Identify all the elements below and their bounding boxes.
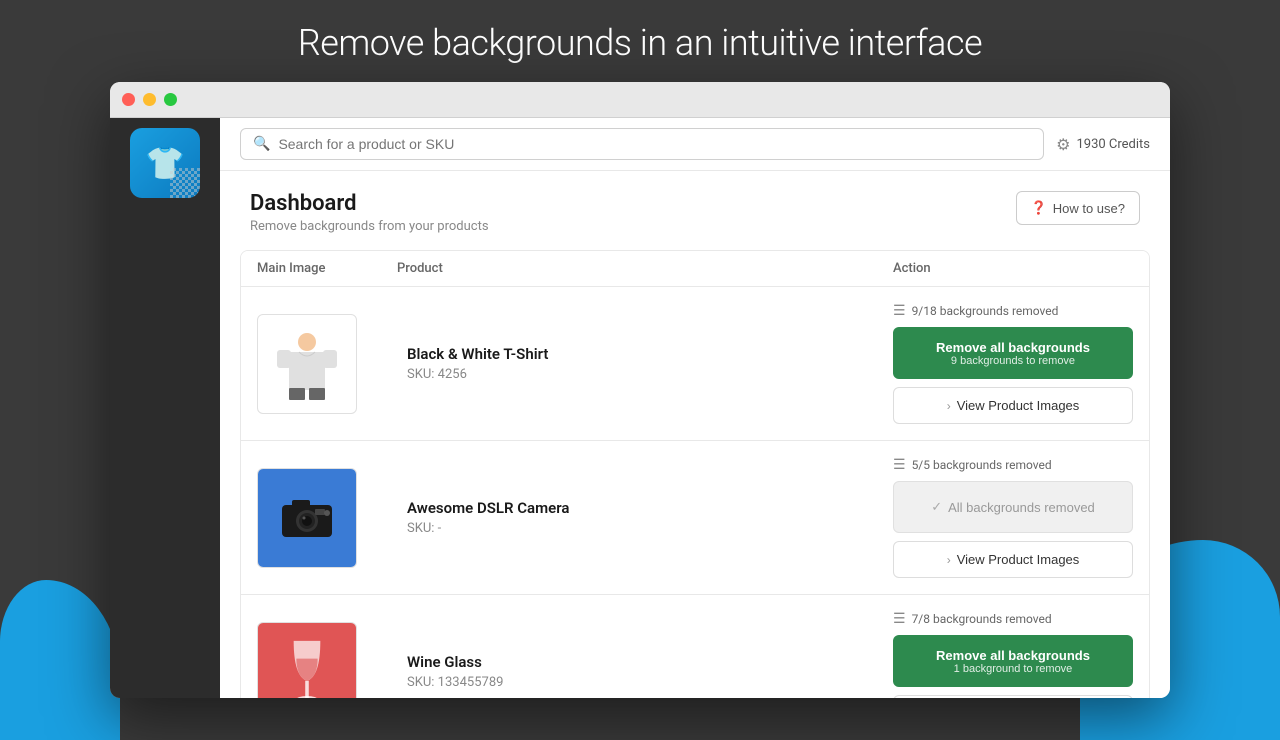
view-images-button[interactable]: › View Product Images — [893, 695, 1133, 698]
camera-svg — [277, 493, 337, 543]
mac-window: 👕 🔍 ⚙ 1930 Credits — [110, 82, 1170, 698]
remove-bg-button[interactable]: Remove all backgrounds 9 backgrounds to … — [893, 327, 1133, 379]
dashboard-header: Dashboard Remove backgrounds from your p… — [220, 171, 1170, 250]
how-to-label: How to use? — [1053, 201, 1125, 216]
table-row: Wine Glass SKU: 133455789 ☰ 7/8 backgrou… — [241, 595, 1149, 698]
mac-titlebar — [110, 82, 1170, 118]
table-row: Awesome DSLR Camera SKU: - ☰ 5/5 backgro… — [241, 441, 1149, 595]
remove-bg-main-text: Remove all backgrounds — [936, 648, 1090, 663]
page-wrapper: Remove backgrounds in an intuitive inter… — [0, 22, 1280, 698]
remove-bg-button[interactable]: Remove all backgrounds 1 background to r… — [893, 635, 1133, 687]
action-column-camera: ☰ 5/5 backgrounds removed ✓ All backgrou… — [893, 457, 1133, 578]
product-image-wineglass — [257, 622, 357, 699]
product-info-wineglass: Wine Glass SKU: 133455789 — [397, 653, 893, 690]
check-icon: ✓ — [931, 499, 942, 515]
list-icon: ☰ — [893, 303, 906, 319]
list-icon: ☰ — [893, 611, 906, 627]
bg-count-label: 7/8 backgrounds removed — [912, 612, 1052, 626]
product-info-tshirt: Black & White T-Shirt SKU: 4256 — [397, 345, 893, 382]
table-row: Black & White T-Shirt SKU: 4256 ☰ 9/18 b… — [241, 287, 1149, 441]
camera-bg — [258, 468, 356, 568]
all-removed-label: All backgrounds removed — [948, 500, 1095, 515]
view-images-button[interactable]: › View Product Images — [893, 541, 1133, 578]
app-container: 👕 🔍 ⚙ 1930 Credits — [110, 118, 1170, 698]
search-input[interactable] — [278, 136, 1031, 152]
page-title: Remove backgrounds in an intuitive inter… — [298, 22, 982, 64]
checkerboard-overlay — [170, 168, 200, 198]
product-image-tshirt — [257, 314, 357, 414]
bg-count-label: 5/5 backgrounds removed — [912, 458, 1052, 472]
chevron-right-icon: › — [947, 553, 951, 567]
product-sku: SKU: 133455789 — [407, 675, 893, 690]
dashboard-subtitle: Remove backgrounds from your products — [250, 219, 489, 234]
maximize-button[interactable] — [164, 93, 177, 106]
col-action: Action — [893, 261, 1133, 276]
credits-label: 1930 Credits — [1076, 137, 1150, 152]
help-icon: ❓ — [1031, 200, 1047, 216]
table-header: Main Image Product Action — [241, 251, 1149, 287]
how-to-button[interactable]: ❓ How to use? — [1016, 191, 1140, 225]
col-product: Product — [397, 261, 893, 276]
product-image-camera — [257, 468, 357, 568]
product-sku: SKU: 4256 — [407, 367, 893, 382]
col-main-image: Main Image — [257, 261, 397, 276]
bg-count: ☰ 7/8 backgrounds removed — [893, 611, 1133, 627]
all-removed-button: ✓ All backgrounds removed — [893, 481, 1133, 533]
close-button[interactable] — [122, 93, 135, 106]
bg-count: ☰ 9/18 backgrounds removed — [893, 303, 1133, 319]
product-name: Black & White T-Shirt — [407, 345, 893, 363]
action-column-tshirt: ☰ 9/18 backgrounds removed Remove all ba… — [893, 303, 1133, 424]
list-icon: ☰ — [893, 457, 906, 473]
search-icon: 🔍 — [253, 136, 270, 152]
wineglass-bg — [258, 622, 356, 699]
minimize-button[interactable] — [143, 93, 156, 106]
view-images-label: View Product Images — [957, 552, 1080, 567]
product-name: Awesome DSLR Camera — [407, 499, 893, 517]
main-content: 🔍 ⚙ 1930 Credits Dashboard Remove backgr… — [220, 118, 1170, 698]
product-sku: SKU: - — [407, 521, 893, 536]
dashboard-title: Dashboard — [250, 191, 489, 216]
credits-badge: ⚙ 1930 Credits — [1056, 135, 1150, 154]
search-box[interactable]: 🔍 — [240, 128, 1044, 160]
action-column-wineglass: ☰ 7/8 backgrounds removed Remove all bac… — [893, 611, 1133, 698]
chevron-right-icon: › — [947, 399, 951, 413]
dashboard-title-block: Dashboard Remove backgrounds from your p… — [250, 191, 489, 234]
view-images-label: View Product Images — [957, 398, 1080, 413]
credits-icon: ⚙ — [1056, 135, 1070, 154]
view-images-button[interactable]: › View Product Images — [893, 387, 1133, 424]
bg-count: ☰ 5/5 backgrounds removed — [893, 457, 1133, 473]
remove-bg-sub-text: 9 backgrounds to remove — [951, 355, 1075, 367]
remove-bg-sub-text: 1 background to remove — [954, 663, 1073, 675]
product-info-camera: Awesome DSLR Camera SKU: - — [397, 499, 893, 536]
sidebar: 👕 — [110, 118, 220, 698]
wineglass-svg — [282, 632, 332, 699]
top-bar: 🔍 ⚙ 1930 Credits — [220, 118, 1170, 171]
product-table: Main Image Product Action — [240, 250, 1150, 698]
app-logo: 👕 — [130, 128, 200, 198]
tshirt-svg — [267, 324, 347, 404]
remove-bg-main-text: Remove all backgrounds — [936, 340, 1090, 355]
product-name: Wine Glass — [407, 653, 893, 671]
bg-count-label: 9/18 backgrounds removed — [912, 304, 1059, 318]
